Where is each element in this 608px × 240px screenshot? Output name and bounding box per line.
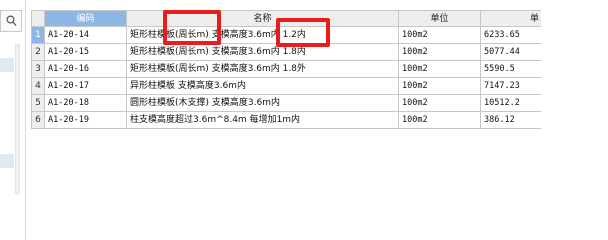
cell-unit[interactable]: 100m2 xyxy=(399,78,481,95)
cell-name[interactable]: 圆形柱模板(木支撑) 支模高度3.6m内 xyxy=(127,95,399,112)
cell-code[interactable]: A1-20-19 xyxy=(45,112,127,129)
cell-name[interactable]: 柱支模高度超过3.6m^8.4m 每增加1m内 xyxy=(127,112,399,129)
cell-code[interactable]: A1-20-16 xyxy=(45,61,127,78)
cell-unit[interactable]: 100m2 xyxy=(399,61,481,78)
cell-price[interactable]: 6233.65 xyxy=(481,27,541,44)
cell-name[interactable]: 异形柱模板 支模高度3.6m内 xyxy=(127,78,399,95)
cell-unit[interactable]: 100m2 xyxy=(399,95,481,112)
cell-unit[interactable]: 100m2 xyxy=(399,44,481,61)
cell-price[interactable]: 7147.23 xyxy=(481,78,541,95)
cell-unit[interactable]: 100m2 xyxy=(399,112,481,129)
annotation-highlight-size xyxy=(276,18,330,47)
cell-price[interactable]: 5590.5 xyxy=(481,61,541,78)
row-number: 1 xyxy=(31,27,45,44)
col-header-price[interactable]: 单 xyxy=(481,10,541,27)
cell-price[interactable]: 386.12 xyxy=(481,112,541,129)
cell-price[interactable]: 5077.44 xyxy=(481,44,541,61)
cell-price[interactable]: 10512.2 xyxy=(481,95,541,112)
left-scrollbar[interactable] xyxy=(15,44,20,194)
col-header-unit[interactable]: 单位 xyxy=(399,10,481,27)
cell-code[interactable]: A1-20-18 xyxy=(45,95,127,112)
tree-item[interactable] xyxy=(0,154,14,168)
row-number: 2 xyxy=(31,44,45,61)
left-panel xyxy=(0,0,26,240)
col-header-code[interactable]: 编码 xyxy=(45,10,127,27)
annotation-highlight-perimeter xyxy=(163,10,221,45)
row-number: 3 xyxy=(31,61,45,78)
search-icon xyxy=(6,15,17,26)
row-number: 4 xyxy=(31,78,45,95)
cell-unit[interactable]: 100m2 xyxy=(399,27,481,44)
row-number: 6 xyxy=(31,112,45,129)
search-button[interactable] xyxy=(0,10,22,32)
cell-code[interactable]: A1-20-14 xyxy=(45,27,127,44)
corner-cell[interactable] xyxy=(31,10,45,27)
row-number: 5 xyxy=(31,95,45,112)
cell-name[interactable]: 矩形柱模板(周长m) 支模高度3.6m内 1.8内 xyxy=(127,44,399,61)
cell-code[interactable]: A1-20-15 xyxy=(45,44,127,61)
cell-code[interactable]: A1-20-17 xyxy=(45,78,127,95)
cell-name[interactable]: 矩形柱模板(周长m) 支模高度3.6m内 1.8外 xyxy=(127,61,399,78)
tree-item-selected[interactable] xyxy=(0,58,14,72)
